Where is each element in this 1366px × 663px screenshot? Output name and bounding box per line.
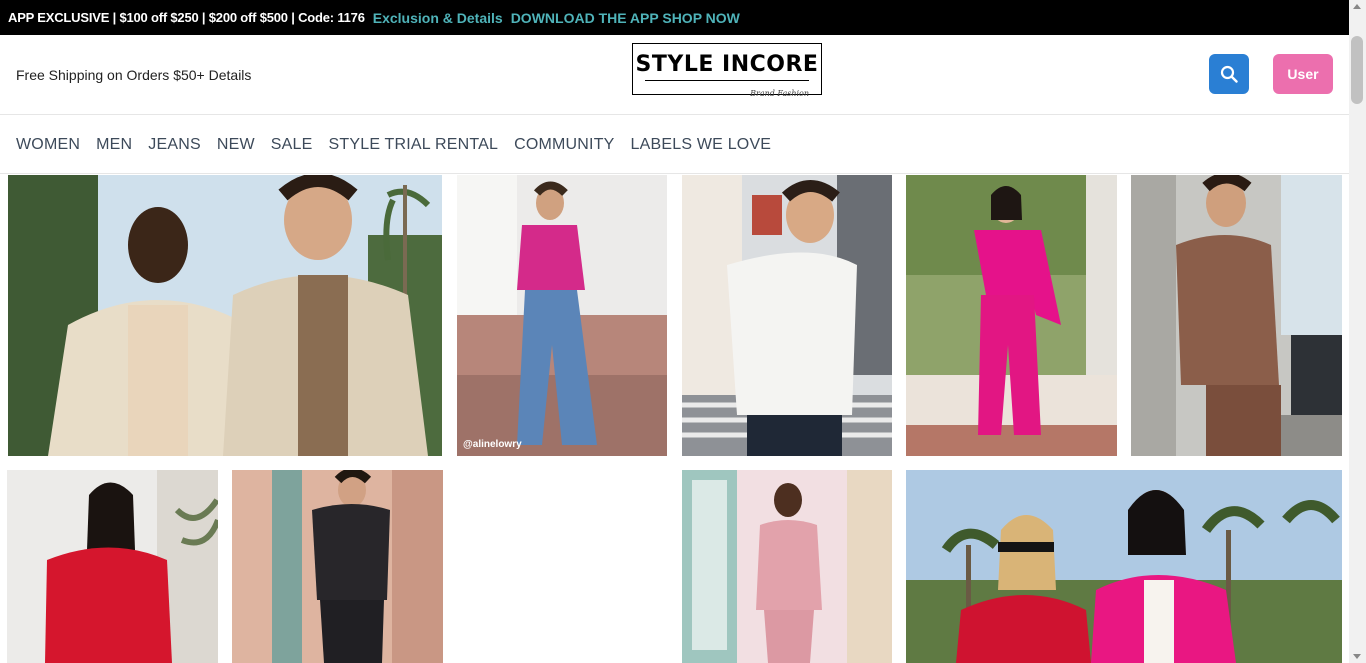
photo-two-women-red-pink-suits[interactable] bbox=[906, 470, 1342, 663]
photo-man-pink-suit[interactable] bbox=[682, 470, 892, 663]
site-header: Free Shipping on Orders $50+ Details STY… bbox=[0, 35, 1349, 115]
nav-item-men[interactable]: MEN bbox=[96, 136, 132, 154]
search-icon bbox=[1220, 65, 1238, 83]
scroll-up-arrow-icon[interactable] bbox=[1353, 4, 1361, 9]
free-shipping-text[interactable]: Free Shipping on Orders $50+ Details bbox=[16, 67, 251, 83]
nav-item-style-trial-rental[interactable]: STYLE TRIAL RENTAL bbox=[329, 136, 499, 154]
promo-text: APP EXCLUSIVE | $100 off $250 | $200 off… bbox=[8, 10, 365, 25]
logo[interactable]: STYLE INCORE Brand Fashion bbox=[632, 43, 822, 98]
nav-item-labels-we-love[interactable]: LABELS WE LOVE bbox=[631, 136, 772, 154]
logo-tagline: Brand Fashion bbox=[750, 89, 809, 98]
logo-divider bbox=[645, 80, 809, 81]
exclusion-details-link[interactable]: Exclusion & Details bbox=[373, 10, 503, 26]
photo-man-brown-jacket[interactable] bbox=[1131, 175, 1342, 456]
nav-item-sale[interactable]: SALE bbox=[271, 136, 313, 154]
photo-two-men-neutral-jackets[interactable] bbox=[8, 175, 442, 456]
nav-item-community[interactable]: COMMUNITY bbox=[514, 136, 614, 154]
nav-item-jeans[interactable]: JEANS bbox=[148, 136, 201, 154]
promo-bar: APP EXCLUSIVE | $100 off $250 | $200 off… bbox=[0, 0, 1366, 35]
photo-credit: @alinelowry bbox=[463, 439, 522, 450]
scroll-down-arrow-icon[interactable] bbox=[1353, 654, 1361, 659]
nav-item-new[interactable]: NEW bbox=[217, 136, 255, 154]
logo-text: STYLE INCORE bbox=[635, 52, 819, 77]
photo-woman-pink-suit[interactable] bbox=[906, 175, 1117, 456]
photo-woman-red-blazer[interactable] bbox=[7, 470, 218, 663]
search-button[interactable] bbox=[1209, 54, 1249, 94]
main-nav: WOMEN MEN JEANS NEW SALE STYLE TRIAL REN… bbox=[0, 116, 1349, 174]
photo-man-black-suit[interactable] bbox=[232, 470, 443, 663]
photo-woman-pink-top-jeans[interactable]: @alinelowry bbox=[457, 175, 667, 456]
user-button[interactable]: User bbox=[1273, 54, 1333, 94]
download-app-link[interactable]: DOWNLOAD THE APP SHOP NOW bbox=[511, 10, 740, 26]
page-scrollbar[interactable] bbox=[1349, 0, 1366, 663]
scrollbar-thumb[interactable] bbox=[1351, 36, 1363, 104]
nav-item-women[interactable]: WOMEN bbox=[16, 136, 80, 154]
photo-man-white-polo[interactable] bbox=[682, 175, 892, 456]
